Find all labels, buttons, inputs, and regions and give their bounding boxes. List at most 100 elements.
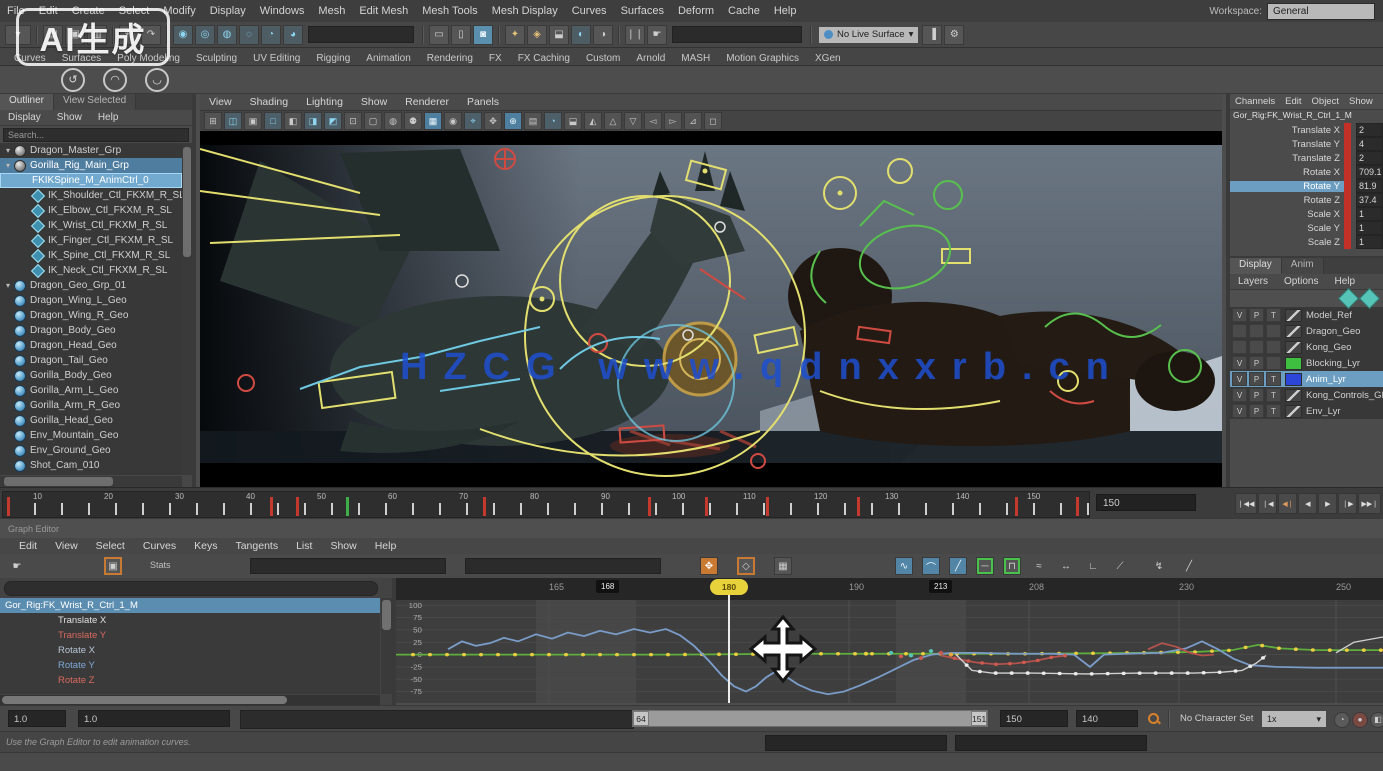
- layer-row[interactable]: Kong_Geo: [1230, 339, 1383, 355]
- channel-box-menu-object[interactable]: Object: [1307, 96, 1344, 107]
- step-back-key-button[interactable]: ◀❘: [1278, 493, 1298, 514]
- curve-tool-icon[interactable]: ◡: [145, 67, 169, 92]
- graph-editor-channel[interactable]: Translate X: [0, 613, 380, 628]
- xray-icon[interactable]: △: [604, 112, 622, 130]
- current-frame-playhead[interactable]: 180: [710, 579, 748, 595]
- panel-layout-icon[interactable]: ◻: [704, 112, 722, 130]
- animation-start-field[interactable]: 1.0: [8, 710, 66, 727]
- insert-keys-button[interactable]: ◇: [737, 557, 755, 575]
- channel-row[interactable]: Scale Y 1: [1230, 221, 1383, 235]
- layer-toggle-t[interactable]: T: [1266, 308, 1281, 322]
- camera-lock-icon[interactable]: ▣: [244, 112, 262, 130]
- selection-pointer-icon[interactable]: ☛: [8, 557, 26, 575]
- menu-cache[interactable]: Cache: [721, 5, 767, 17]
- playback-start-field[interactable]: 1.0: [78, 710, 230, 727]
- go-to-start-button[interactable]: ❘◀◀: [1234, 493, 1258, 514]
- graph-editor-search-input[interactable]: [4, 581, 378, 596]
- gate-mask-icon[interactable]: ◩: [324, 112, 342, 130]
- layer-toggle-t[interactable]: [1266, 356, 1281, 370]
- isolate-select-icon[interactable]: ◭: [584, 112, 602, 130]
- viewport-canvas[interactable]: HZCG www.qdnxxrb.cn: [199, 131, 1222, 487]
- outliner-item[interactable]: ▾ Dragon_Geo_Grp_01: [0, 278, 182, 293]
- outliner-item[interactable]: Dragon_Wing_L_Geo: [0, 293, 182, 308]
- clamped-tangents-button[interactable]: ⌒: [922, 557, 940, 575]
- buffer-curve-snapshot-icon[interactable]: ≈: [1030, 557, 1048, 575]
- outliner-search-input[interactable]: Search...: [3, 128, 189, 142]
- outliner-menu-display[interactable]: Display: [0, 112, 49, 123]
- outliner-item[interactable]: Dragon_Head_Geo: [0, 338, 182, 353]
- graph-editor-menu-show[interactable]: Show: [321, 540, 365, 552]
- layer-row[interactable]: V P T Model_Ref: [1230, 307, 1383, 323]
- shaded-icon[interactable]: ▦: [424, 112, 442, 130]
- exposure-icon[interactable]: ◅: [644, 112, 662, 130]
- channel-value-field[interactable]: 4: [1356, 137, 1383, 151]
- graph-editor-menu-tangents[interactable]: Tangents: [226, 540, 287, 552]
- ipr-render-icon[interactable]: ◙: [473, 24, 493, 45]
- xray-joints-icon[interactable]: ▽: [624, 112, 642, 130]
- step-tangents-button[interactable]: ⊓: [1003, 557, 1021, 575]
- snap-curve-icon[interactable]: ◎: [195, 24, 215, 45]
- channel-box-menu-channels[interactable]: Channels: [1230, 96, 1280, 107]
- go-to-end-button[interactable]: ▶▶❘: [1358, 493, 1381, 514]
- film-gate-icon[interactable]: ◧: [284, 112, 302, 130]
- channel-box-menu-edit[interactable]: Edit: [1280, 96, 1306, 107]
- render-icon[interactable]: ✦: [505, 24, 525, 45]
- channel-row[interactable]: Translate Z 2: [1230, 151, 1383, 165]
- layer-toggle-v[interactable]: V: [1232, 308, 1247, 322]
- channel-value-field[interactable]: 2: [1356, 151, 1383, 165]
- circle-tool-icon[interactable]: ↺: [61, 67, 85, 92]
- input-line-field[interactable]: [308, 26, 414, 43]
- swap-buffer-curve-icon[interactable]: ↔: [1057, 557, 1075, 575]
- expand-arrow-icon[interactable]: ▾: [2, 146, 14, 155]
- shelf-tab-fx[interactable]: FX: [481, 52, 510, 65]
- graph-editor-vertical-scrollbar[interactable]: [381, 598, 392, 694]
- outliner-item[interactable]: IK_Neck_Ctl_FKXM_R_SL: [0, 263, 182, 278]
- viewport-menu-renderer[interactable]: Renderer: [396, 96, 458, 108]
- menu-mesh[interactable]: Mesh: [311, 5, 352, 17]
- graph-editor-menu-curves[interactable]: Curves: [134, 540, 185, 552]
- range-slider-bar[interactable]: 64 151: [632, 710, 988, 727]
- channel-value-field[interactable]: 1: [1356, 221, 1383, 235]
- sidebar-attr-editor-icon[interactable]: ▐: [922, 24, 943, 45]
- layer-tab-display[interactable]: Display: [1230, 258, 1282, 274]
- free-tangent-weight-icon[interactable]: ↯: [1150, 557, 1168, 575]
- snap-projected-center-icon[interactable]: ◌: [239, 24, 259, 45]
- viewport-menu-lighting[interactable]: Lighting: [297, 96, 352, 108]
- snap-point-icon[interactable]: ◍: [217, 24, 237, 45]
- bookmark-flag[interactable]: 213: [929, 580, 953, 593]
- sidebar-tool-settings-icon[interactable]: ⚙: [944, 24, 965, 45]
- lights-icon[interactable]: ⌖: [464, 112, 482, 130]
- shelf-tab-fx-caching[interactable]: FX Caching: [510, 52, 578, 65]
- layer-menu-help[interactable]: Help: [1326, 276, 1363, 287]
- pause-viewport-icon[interactable]: ❘❘: [625, 24, 645, 45]
- outliner-menu-show[interactable]: Show: [49, 112, 90, 123]
- channel-box-menu-show[interactable]: Show: [1344, 96, 1378, 107]
- snap-icon[interactable]: ◫: [224, 112, 242, 130]
- viewport-menu-shading[interactable]: Shading: [241, 96, 298, 108]
- menu-surfaces[interactable]: Surfaces: [614, 5, 671, 17]
- layer-row[interactable]: Dragon_Geo: [1230, 323, 1383, 339]
- outliner-item[interactable]: Dragon_Tail_Geo: [0, 353, 182, 368]
- shelf-tab-uv-editing[interactable]: UV Editing: [245, 52, 308, 65]
- shelf-tab-custom[interactable]: Custom: [578, 52, 628, 65]
- graph-editor-menu-help[interactable]: Help: [366, 540, 406, 552]
- outliner-item[interactable]: IK_Wrist_Ctl_FKXM_R_SL: [0, 218, 182, 233]
- sound-icon[interactable]: ◧: [1370, 712, 1383, 728]
- layer-toggle-v[interactable]: [1232, 324, 1247, 338]
- construction-history-icon[interactable]: ▭: [429, 24, 449, 45]
- shelf-tab-rendering[interactable]: Rendering: [419, 52, 481, 65]
- layer-menu-layers[interactable]: Layers: [1230, 276, 1276, 287]
- bookmark-flag[interactable]: 168: [596, 580, 620, 593]
- channel-value-field[interactable]: 2: [1356, 123, 1383, 137]
- outliner-item[interactable]: Shot_Cam_010: [0, 458, 182, 473]
- shelf-tab-sculpting[interactable]: Sculpting: [188, 52, 245, 65]
- display-layers-icon[interactable]: ⬓: [549, 24, 569, 45]
- channel-value-field[interactable]: 81.9: [1356, 179, 1383, 193]
- lattice-deform-keys-button[interactable]: ▦: [774, 557, 792, 575]
- graph-editor-menu-select[interactable]: Select: [87, 540, 134, 552]
- stats-time-field[interactable]: [250, 558, 446, 574]
- multisample-icon[interactable]: ◔: [544, 112, 562, 130]
- expand-arrow-icon[interactable]: ▾: [2, 281, 14, 290]
- safe-action-icon[interactable]: ▢: [364, 112, 382, 130]
- layer-color-chip[interactable]: [1285, 340, 1302, 354]
